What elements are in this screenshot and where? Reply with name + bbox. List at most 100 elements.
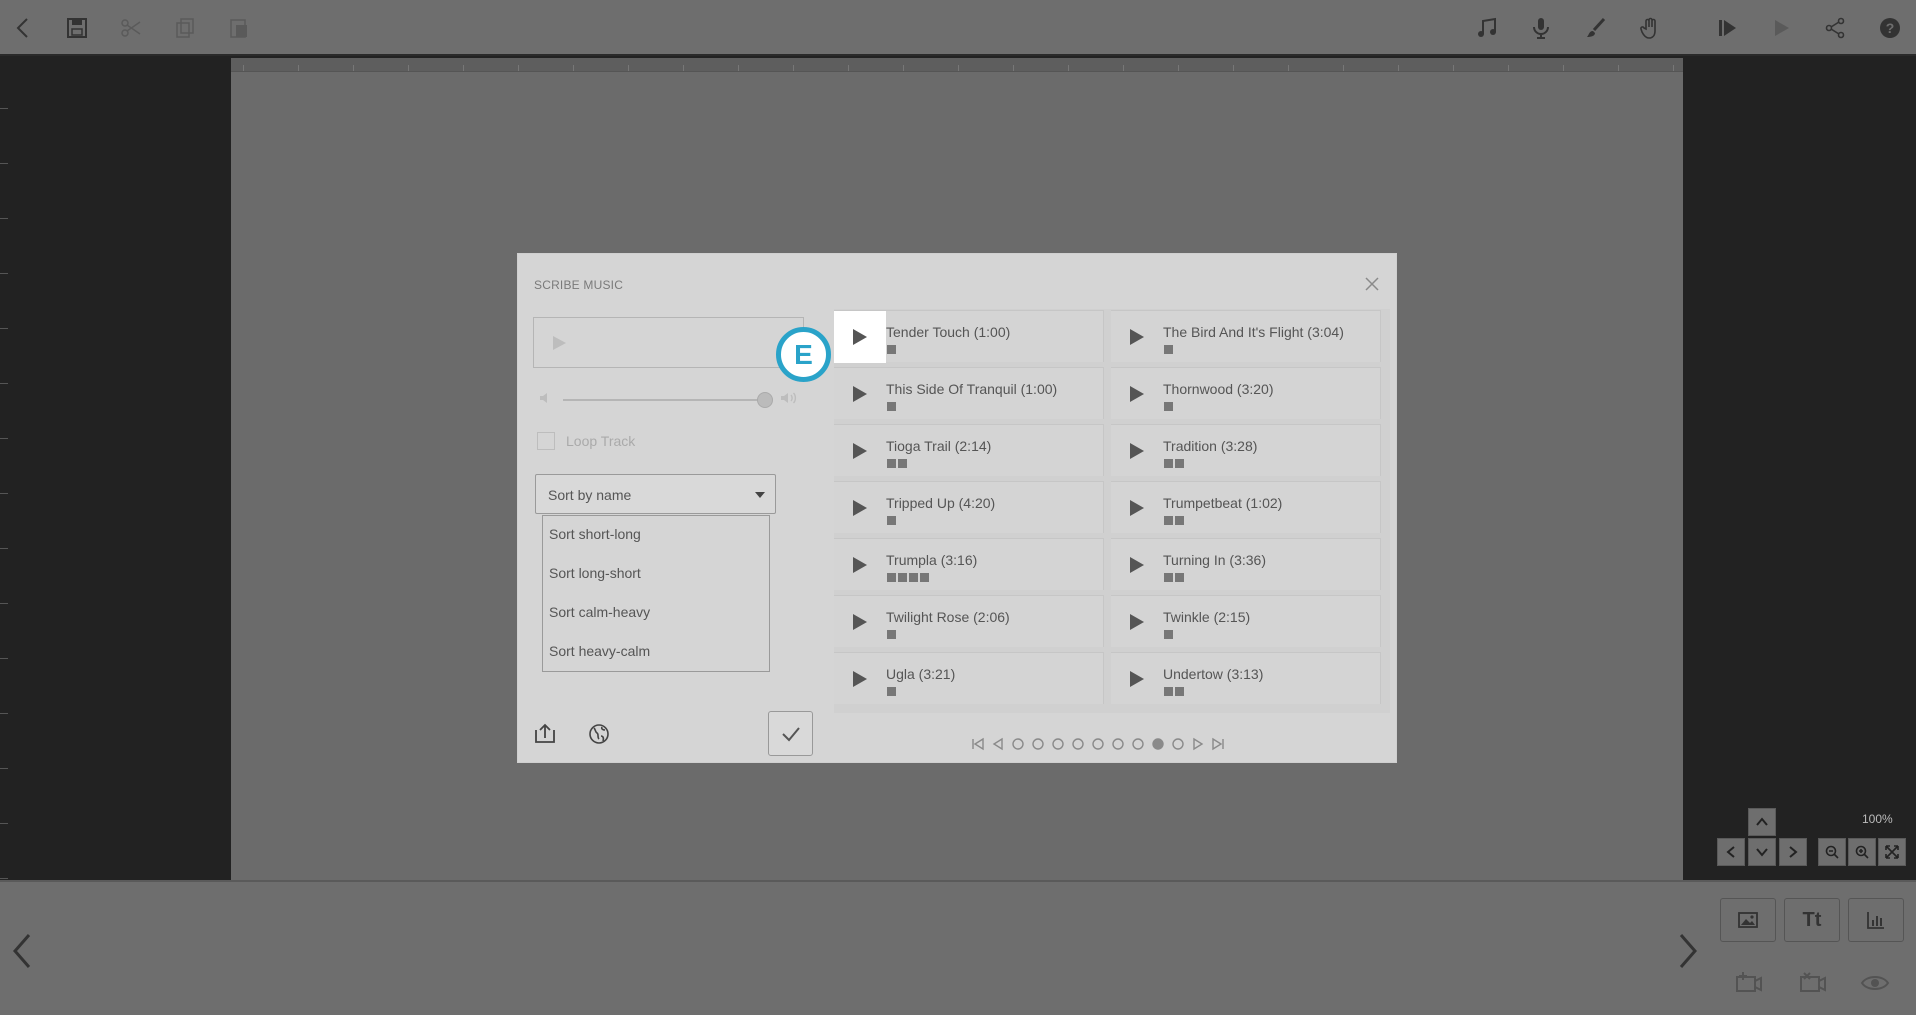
preview-play-icon[interactable] <box>550 334 568 352</box>
zoom-level: 100% <box>1862 812 1893 826</box>
save-icon[interactable] <box>61 12 93 44</box>
sort-option-calm-heavy[interactable]: Sort calm-heavy <box>549 604 650 620</box>
intensity-block <box>909 573 918 582</box>
track-play-button[interactable] <box>1111 653 1163 705</box>
track-play-button[interactable] <box>1111 482 1163 534</box>
zoom-out-button[interactable] <box>1818 838 1846 866</box>
page-dot[interactable] <box>1010 736 1026 752</box>
volume-slider[interactable] <box>563 399 763 401</box>
track-item[interactable]: Tradition (3:28) <box>1111 424 1381 476</box>
track-play-button[interactable] <box>834 539 886 591</box>
track-item[interactable]: Trumpetbeat (1:02) <box>1111 481 1381 533</box>
ruler-tick <box>1233 65 1234 71</box>
volume-high-icon <box>781 392 797 404</box>
sort-option-long-short[interactable]: Sort long-short <box>549 565 641 581</box>
track-play-button[interactable] <box>834 653 886 705</box>
track-item[interactable]: Turning In (3:36) <box>1111 538 1381 590</box>
track-play-button[interactable] <box>1111 539 1163 591</box>
visibility-icon[interactable] <box>1860 968 1890 998</box>
ruler-tick <box>0 603 8 604</box>
page-dot[interactable] <box>1150 736 1166 752</box>
track-play-button[interactable] <box>1111 425 1163 477</box>
page-dot[interactable] <box>1030 736 1046 752</box>
page-dot[interactable] <box>1070 736 1086 752</box>
add-text-button[interactable]: Tt <box>1784 898 1840 942</box>
track-item[interactable]: The Bird And It's Flight (3:04) <box>1111 310 1381 362</box>
track-play-button[interactable] <box>1111 311 1163 363</box>
volume-low-icon <box>540 393 547 403</box>
pan-down-button[interactable] <box>1748 838 1776 866</box>
sort-option-short-long[interactable]: Sort short-long <box>549 526 641 542</box>
next-scene-button[interactable] <box>1668 926 1708 976</box>
volume-slider-handle[interactable] <box>757 392 773 408</box>
globe-icon[interactable] <box>588 723 610 745</box>
add-image-button[interactable] <box>1720 898 1776 942</box>
intensity-block <box>887 402 896 411</box>
page-dot[interactable] <box>1090 736 1106 752</box>
track-intensity <box>1164 402 1173 411</box>
fit-screen-button[interactable] <box>1878 838 1906 866</box>
track-item[interactable]: Twinkle (2:15) <box>1111 595 1381 647</box>
paste-icon[interactable] <box>223 12 255 44</box>
play-from-icon[interactable] <box>1711 12 1743 44</box>
play-icon[interactable] <box>1765 12 1797 44</box>
confirm-button[interactable] <box>768 711 813 756</box>
copy-icon[interactable] <box>169 12 201 44</box>
pan-right-button[interactable] <box>1779 838 1807 866</box>
track-play-button[interactable] <box>834 311 886 363</box>
next-page-icon[interactable] <box>1190 736 1206 752</box>
track-name: Tradition (3:28) <box>1163 438 1258 454</box>
share-icon[interactable] <box>1819 12 1851 44</box>
track-item[interactable]: Tender Touch (1:00) <box>834 310 1104 363</box>
sort-option-heavy-calm[interactable]: Sort heavy-calm <box>549 643 650 659</box>
last-page-icon[interactable] <box>1210 736 1226 752</box>
track-item[interactable]: Tioga Trail (2:14) <box>834 424 1104 476</box>
track-play-button[interactable] <box>834 482 886 534</box>
close-icon[interactable] <box>1362 274 1382 294</box>
track-item[interactable]: Ugla (3:21) <box>834 652 1104 704</box>
track-item[interactable]: Tripped Up (4:20) <box>834 481 1104 533</box>
page-dot[interactable] <box>1130 736 1146 752</box>
track-item[interactable]: Trumpla (3:16) <box>834 538 1104 590</box>
track-item[interactable]: Thornwood (3:20) <box>1111 367 1381 419</box>
page-dot[interactable] <box>1110 736 1126 752</box>
play-icon <box>853 443 867 459</box>
track-play-button[interactable] <box>834 368 886 420</box>
music-icon[interactable] <box>1471 12 1503 44</box>
ruler-tick <box>793 65 794 71</box>
sort-dropdown[interactable]: Sort by name <box>535 474 776 514</box>
prev-page-icon[interactable] <box>990 736 1006 752</box>
back-icon[interactable] <box>8 12 40 44</box>
play-icon <box>1130 443 1144 459</box>
track-play-button[interactable] <box>834 596 886 648</box>
brush-icon[interactable] <box>1580 12 1612 44</box>
first-page-icon[interactable] <box>970 736 986 752</box>
intensity-block <box>898 573 907 582</box>
cut-icon[interactable] <box>115 12 147 44</box>
track-item[interactable]: This Side Of Tranquil (1:00) <box>834 367 1104 419</box>
camera-remove-icon[interactable] <box>1798 968 1828 998</box>
add-chart-button[interactable] <box>1848 898 1904 942</box>
track-play-button[interactable] <box>1111 368 1163 420</box>
loop-track-checkbox[interactable] <box>537 432 555 450</box>
track-play-button[interactable] <box>834 425 886 477</box>
zoom-in-button[interactable] <box>1848 838 1876 866</box>
track-play-button[interactable] <box>1111 596 1163 648</box>
track-item[interactable]: Twilight Rose (2:06) <box>834 595 1104 647</box>
camera-add-icon[interactable] <box>1734 968 1764 998</box>
sort-options-list: Sort short-long Sort long-short Sort cal… <box>542 515 770 672</box>
pan-left-button[interactable] <box>1717 838 1745 866</box>
ruler-tick <box>1013 65 1014 71</box>
page-dot[interactable] <box>1050 736 1066 752</box>
microphone-icon[interactable] <box>1525 12 1557 44</box>
prev-scene-button[interactable] <box>2 926 42 976</box>
help-icon[interactable]: ? <box>1874 12 1906 44</box>
track-item[interactable]: Undertow (3:13) <box>1111 652 1381 704</box>
hand-icon[interactable] <box>1634 12 1666 44</box>
play-icon <box>1130 614 1144 630</box>
page-dot[interactable] <box>1170 736 1186 752</box>
upload-icon[interactable] <box>534 722 556 744</box>
track-intensity <box>887 516 896 525</box>
ruler-tick <box>0 768 8 769</box>
pan-up-button[interactable] <box>1748 808 1776 836</box>
